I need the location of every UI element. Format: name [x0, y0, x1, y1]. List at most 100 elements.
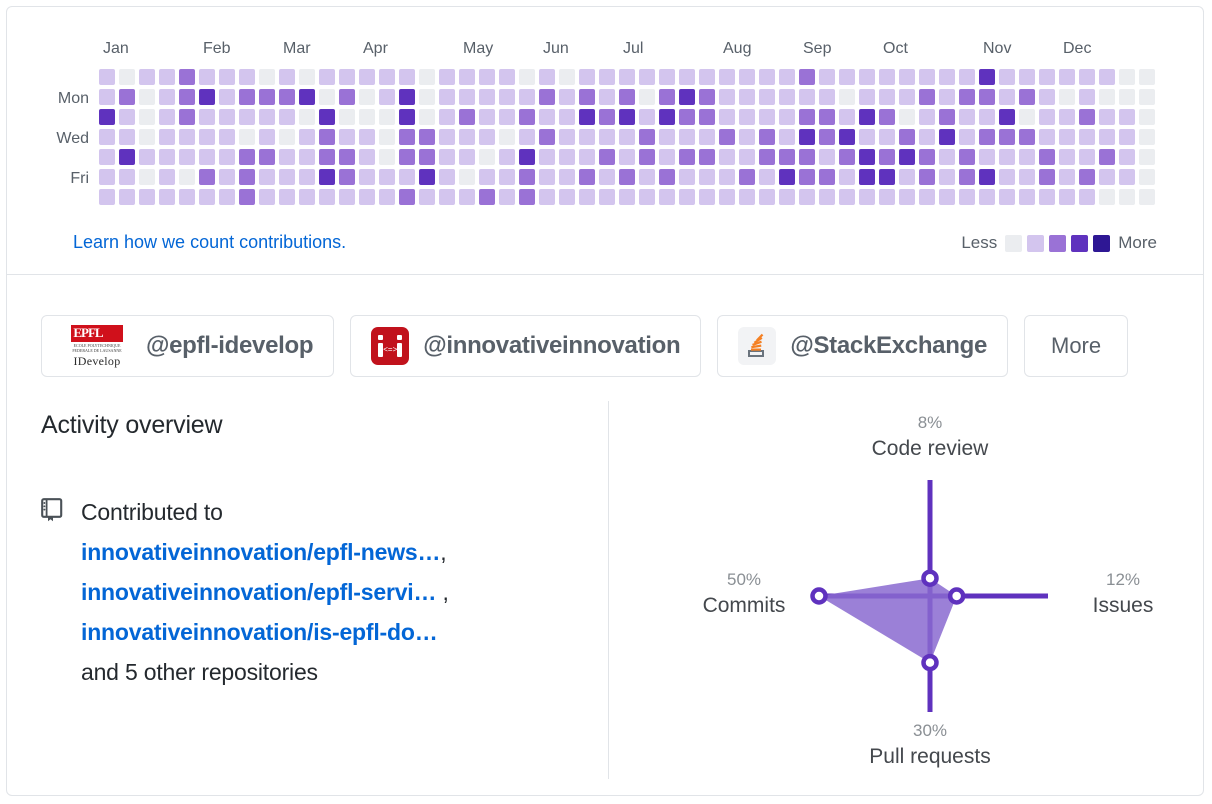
- contribution-day-cell[interactable]: [139, 109, 155, 125]
- contribution-day-cell[interactable]: [419, 129, 435, 145]
- contribution-day-cell[interactable]: [499, 169, 515, 185]
- contribution-day-cell[interactable]: [199, 149, 215, 165]
- contribution-day-cell[interactable]: [479, 189, 495, 205]
- contribution-day-cell[interactable]: [839, 89, 855, 105]
- contribution-day-cell[interactable]: [259, 149, 275, 165]
- contribution-day-cell[interactable]: [859, 169, 875, 185]
- contribution-day-cell[interactable]: [439, 129, 455, 145]
- contribution-day-cell[interactable]: [359, 149, 375, 165]
- contribution-day-cell[interactable]: [1119, 69, 1135, 85]
- contribution-day-cell[interactable]: [279, 129, 295, 145]
- contribution-day-cell[interactable]: [1019, 149, 1035, 165]
- contribution-day-cell[interactable]: [899, 189, 915, 205]
- contribution-day-cell[interactable]: [279, 149, 295, 165]
- contribution-day-cell[interactable]: [1079, 89, 1095, 105]
- contribution-day-cell[interactable]: [639, 169, 655, 185]
- contribution-day-cell[interactable]: [779, 89, 795, 105]
- contribution-day-cell[interactable]: [359, 129, 375, 145]
- contribution-day-cell[interactable]: [219, 169, 235, 185]
- contribution-day-cell[interactable]: [1059, 69, 1075, 85]
- contribution-day-cell[interactable]: [879, 69, 895, 85]
- contribution-day-cell[interactable]: [579, 129, 595, 145]
- contribution-day-cell[interactable]: [259, 169, 275, 185]
- contribution-day-cell[interactable]: [519, 89, 535, 105]
- contribution-day-cell[interactable]: [359, 89, 375, 105]
- contribution-day-cell[interactable]: [759, 109, 775, 125]
- contribution-day-cell[interactable]: [279, 89, 295, 105]
- contribution-day-cell[interactable]: [1059, 149, 1075, 165]
- contribution-day-cell[interactable]: [939, 129, 955, 145]
- contribution-day-cell[interactable]: [979, 109, 995, 125]
- contribution-day-cell[interactable]: [419, 169, 435, 185]
- contribution-day-cell[interactable]: [299, 69, 315, 85]
- contribution-day-cell[interactable]: [1079, 169, 1095, 185]
- contribution-day-cell[interactable]: [639, 89, 655, 105]
- contribution-day-cell[interactable]: [1039, 89, 1055, 105]
- contribution-day-cell[interactable]: [939, 89, 955, 105]
- contribution-day-cell[interactable]: [759, 129, 775, 145]
- contribution-day-cell[interactable]: [899, 149, 915, 165]
- contribution-day-cell[interactable]: [979, 189, 995, 205]
- contribution-day-cell[interactable]: [579, 109, 595, 125]
- repo-link-2[interactable]: innovativeinnovation/epfl-servi…: [81, 579, 436, 605]
- contribution-day-cell[interactable]: [659, 149, 675, 165]
- contribution-day-cell[interactable]: [379, 149, 395, 165]
- contribution-day-cell[interactable]: [259, 109, 275, 125]
- contribution-day-cell[interactable]: [399, 189, 415, 205]
- contribution-day-cell[interactable]: [199, 169, 215, 185]
- contribution-day-cell[interactable]: [1019, 89, 1035, 105]
- contribution-day-cell[interactable]: [659, 169, 675, 185]
- contribution-day-cell[interactable]: [979, 149, 995, 165]
- contribution-day-cell[interactable]: [839, 169, 855, 185]
- radar-point-pull-requests[interactable]: [921, 653, 939, 672]
- contribution-day-cell[interactable]: [999, 169, 1015, 185]
- contribution-day-cell[interactable]: [139, 149, 155, 165]
- contribution-day-cell[interactable]: [959, 169, 975, 185]
- contribution-grid[interactable]: [99, 69, 1159, 209]
- contribution-day-cell[interactable]: [1019, 169, 1035, 185]
- contribution-day-cell[interactable]: [259, 189, 275, 205]
- contribution-day-cell[interactable]: [779, 189, 795, 205]
- contribution-day-cell[interactable]: [319, 169, 335, 185]
- contribution-day-cell[interactable]: [759, 69, 775, 85]
- contribution-day-cell[interactable]: [839, 129, 855, 145]
- contribution-day-cell[interactable]: [719, 69, 735, 85]
- contribution-day-cell[interactable]: [1119, 169, 1135, 185]
- contribution-day-cell[interactable]: [219, 109, 235, 125]
- contribution-day-cell[interactable]: [439, 149, 455, 165]
- contribution-day-cell[interactable]: [599, 89, 615, 105]
- contribution-day-cell[interactable]: [179, 129, 195, 145]
- contribution-day-cell[interactable]: [939, 149, 955, 165]
- contribution-day-cell[interactable]: [879, 109, 895, 125]
- contribution-day-cell[interactable]: [419, 109, 435, 125]
- contribution-day-cell[interactable]: [419, 69, 435, 85]
- contribution-day-cell[interactable]: [239, 109, 255, 125]
- contribution-day-cell[interactable]: [379, 189, 395, 205]
- contribution-day-cell[interactable]: [799, 129, 815, 145]
- contribution-day-cell[interactable]: [1039, 149, 1055, 165]
- contribution-day-cell[interactable]: [679, 129, 695, 145]
- contribution-day-cell[interactable]: [979, 69, 995, 85]
- contribution-day-cell[interactable]: [99, 189, 115, 205]
- contribution-day-cell[interactable]: [179, 169, 195, 185]
- contribution-day-cell[interactable]: [319, 109, 335, 125]
- contribution-day-cell[interactable]: [1139, 69, 1155, 85]
- repo-link-3[interactable]: innovativeinnovation/is-epfl-do…: [81, 619, 438, 645]
- contribution-day-cell[interactable]: [459, 109, 475, 125]
- contribution-day-cell[interactable]: [919, 109, 935, 125]
- contribution-day-cell[interactable]: [579, 69, 595, 85]
- contribution-day-cell[interactable]: [139, 69, 155, 85]
- contribution-day-cell[interactable]: [359, 169, 375, 185]
- contribution-day-cell[interactable]: [219, 89, 235, 105]
- contribution-day-cell[interactable]: [879, 129, 895, 145]
- contribution-day-cell[interactable]: [919, 89, 935, 105]
- contribution-day-cell[interactable]: [519, 109, 535, 125]
- contribution-day-cell[interactable]: [999, 89, 1015, 105]
- contribution-day-cell[interactable]: [599, 169, 615, 185]
- contribution-day-cell[interactable]: [179, 189, 195, 205]
- contribution-day-cell[interactable]: [659, 89, 675, 105]
- contribution-day-cell[interactable]: [699, 129, 715, 145]
- contribution-day-cell[interactable]: [779, 169, 795, 185]
- contribution-day-cell[interactable]: [699, 89, 715, 105]
- contribution-day-cell[interactable]: [679, 89, 695, 105]
